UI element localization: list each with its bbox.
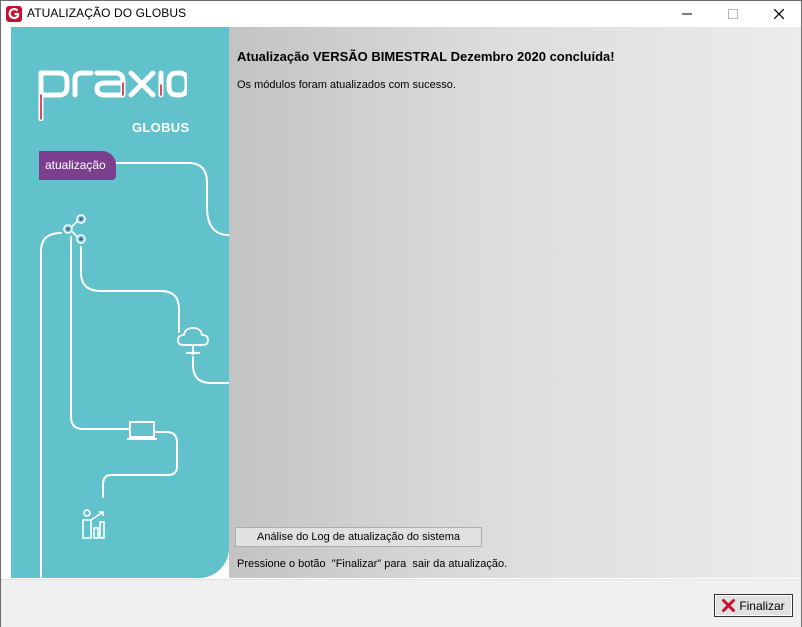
product-name: GLOBUS bbox=[132, 120, 190, 135]
content-area: GLOBUS atualização Atualização VERSÃO BI… bbox=[1, 27, 801, 579]
minimize-button[interactable] bbox=[664, 1, 710, 27]
minimize-icon bbox=[682, 13, 692, 15]
person-chart-icon bbox=[82, 509, 105, 539]
atualizacao-tag: atualização bbox=[39, 151, 116, 180]
praxio-logo bbox=[38, 70, 187, 121]
success-message: Os módulos foram atualizados com sucesso… bbox=[237, 79, 456, 91]
cloud-upload-icon bbox=[177, 327, 209, 355]
window-title: ATUALIZAÇÃO DO GLOBUS bbox=[27, 6, 187, 20]
close-button[interactable] bbox=[756, 1, 802, 27]
tag-label: atualização bbox=[45, 158, 106, 172]
finish-hint: Pressione o botão "Finalizar" para sair … bbox=[237, 558, 508, 570]
maximize-button[interactable] bbox=[710, 1, 756, 27]
maximize-icon bbox=[728, 9, 738, 19]
network-users-icon bbox=[63, 214, 86, 244]
log-analysis-button[interactable]: Análise do Log de atualização do sistema bbox=[235, 527, 482, 547]
title-bar: ATUALIZAÇÃO DO GLOBUS bbox=[1, 1, 801, 27]
installer-window: ATUALIZAÇÃO DO GLOBUS GLOBUS atualização… bbox=[0, 0, 802, 627]
globus-g-icon bbox=[6, 6, 22, 22]
laptop-icon bbox=[127, 421, 157, 440]
red-x-icon bbox=[722, 599, 736, 612]
completion-heading: Atualização VERSÃO BIMESTRAL Dezembro 20… bbox=[237, 49, 615, 64]
finish-label: Finalizar bbox=[739, 598, 785, 613]
close-icon bbox=[774, 9, 784, 19]
finish-button[interactable]: Finalizar bbox=[714, 594, 793, 617]
side-banner: GLOBUS atualização bbox=[11, 27, 229, 578]
main-panel: Atualização VERSÃO BIMESTRAL Dezembro 20… bbox=[229, 27, 801, 578]
footer-bar: Finalizar bbox=[1, 579, 801, 627]
